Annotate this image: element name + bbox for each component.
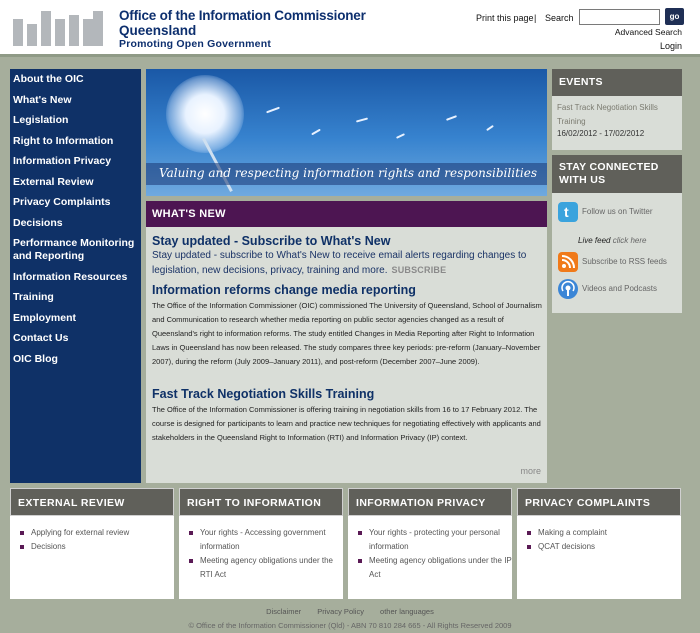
external-review-links: Applying for external review Decisions — [10, 516, 174, 554]
nav-information-resources[interactable]: Information Resources — [10, 271, 141, 284]
twitter-link[interactable]: t Follow us on Twitter — [558, 202, 653, 222]
events-panel: EVENTS Fast Track Negotiation Skills Tra… — [552, 69, 682, 150]
right-to-information-links: Your rights - Accessing government infor… — [179, 516, 343, 582]
rss-icon — [558, 252, 578, 272]
rss-link-label: Subscribe to RSS feeds — [582, 257, 667, 267]
nav-performance-monitoring[interactable]: Performance Monitoring and Reporting — [10, 237, 141, 263]
list-item[interactable]: Your rights - Accessing government infor… — [189, 526, 343, 554]
more-link[interactable]: more — [520, 466, 541, 476]
news-title-negotiation-training[interactable]: Fast Track Negotiation Skills Training — [152, 387, 374, 401]
header-separator: | — [534, 13, 537, 23]
stay-connected-heading: STAY CONNECTED WITH US — [552, 155, 682, 193]
information-privacy-heading[interactable]: INFORMATION PRIVACY — [348, 488, 512, 516]
news-body-negotiation-training: The Office of the Information Commission… — [152, 405, 541, 442]
list-item[interactable]: Meeting agency obligations under the IP … — [358, 554, 512, 582]
event-date: 16/02/2012 - 17/02/2012 — [557, 129, 645, 138]
external-review-box: EXTERNAL REVIEW Applying for external re… — [10, 488, 174, 599]
nav-privacy-complaints[interactable]: Privacy Complaints — [10, 196, 141, 209]
other-languages-link[interactable]: other languages — [380, 607, 434, 616]
seed-image — [311, 128, 321, 136]
footer-links: Disclaimer Privacy Policy other language… — [0, 607, 700, 616]
stay-connected-panel: STAY CONNECTED WITH US t Follow us on Twi… — [552, 155, 682, 313]
org-title[interactable]: Office of the Information Commissioner — [119, 8, 366, 23]
nav-legislation[interactable]: Legislation — [10, 114, 141, 127]
site-header: Office of the Information Commissioner Q… — [0, 0, 700, 57]
nav-decisions[interactable]: Decisions — [10, 217, 141, 230]
rss-link[interactable]: Subscribe to RSS feeds — [558, 252, 667, 272]
live-feed: Live feed click here — [578, 236, 647, 245]
information-privacy-links: Your rights - protecting your personal i… — [348, 516, 512, 582]
news-body-media-reporting: The Office of the Information Commission… — [152, 301, 542, 366]
twitter-icon: t — [558, 202, 578, 222]
nav-about-oic[interactable]: About the OIC — [10, 73, 141, 86]
seed-image — [486, 124, 494, 132]
nav-information-privacy[interactable]: Information Privacy — [10, 155, 141, 168]
news-body-text: Stay updated - subscribe to What's New t… — [152, 250, 527, 276]
live-feed-link[interactable]: click here — [613, 236, 647, 245]
svg-text:t: t — [564, 204, 569, 220]
information-privacy-box: INFORMATION PRIVACY Your rights - protec… — [348, 488, 512, 599]
org-subtitle[interactable]: Queensland — [119, 23, 196, 38]
list-item[interactable]: Applying for external review — [20, 526, 174, 540]
privacy-complaints-links: Making a complaint QCAT decisions — [517, 516, 681, 554]
news-title-media-reporting[interactable]: Information reforms change media reporti… — [152, 283, 416, 297]
live-feed-label: Live feed — [578, 236, 611, 245]
events-heading: EVENTS — [552, 69, 682, 96]
news-title-subscribe[interactable]: Stay updated - Subscribe to What's New — [152, 234, 390, 248]
nav-oic-blog[interactable]: OIC Blog — [10, 353, 141, 366]
podcast-icon — [558, 279, 578, 299]
nav-right-to-information[interactable]: Right to Information — [10, 135, 141, 148]
disclaimer-link[interactable]: Disclaimer — [266, 607, 301, 616]
list-item[interactable]: Your rights - protecting your personal i… — [358, 526, 512, 554]
seed-image — [445, 115, 458, 121]
twitter-link-label: Follow us on Twitter — [582, 207, 653, 217]
privacy-complaints-heading[interactable]: PRIVACY COMPLAINTS — [517, 488, 681, 516]
privacy-policy-link[interactable]: Privacy Policy — [317, 607, 364, 616]
nav-training[interactable]: Training — [10, 291, 141, 304]
external-review-heading[interactable]: EXTERNAL REVIEW — [10, 488, 174, 516]
login-link[interactable]: Login — [660, 41, 682, 51]
privacy-complaints-box: PRIVACY COMPLAINTS Making a complaint QC… — [517, 488, 681, 599]
list-item[interactable]: Decisions — [20, 540, 174, 554]
subscribe-link[interactable]: SUBSCRIBE — [392, 265, 447, 275]
nav-employment[interactable]: Employment — [10, 312, 141, 325]
banner-caption: Valuing and respecting information right… — [159, 166, 537, 180]
hero-banner: Valuing and respecting information right… — [146, 69, 547, 196]
list-item[interactable]: Meeting agency obligations under the RTI… — [189, 554, 343, 582]
news-body-subscribe: Stay updated - subscribe to What's New t… — [152, 249, 544, 278]
nav-contact-us[interactable]: Contact Us — [10, 332, 141, 345]
event-link[interactable]: Fast Track Negotiation Skills Training — [557, 101, 681, 129]
whats-new-panel: WHAT'S NEW Stay updated - Subscribe to W… — [146, 201, 547, 483]
whats-new-heading: WHAT'S NEW — [146, 201, 547, 227]
search-input[interactable] — [579, 9, 660, 25]
search-go-button[interactable]: go — [665, 8, 684, 25]
podcasts-link[interactable]: Videos and Podcasts — [558, 279, 657, 299]
right-to-information-box: RIGHT TO INFORMATION Your rights - Acces… — [179, 488, 343, 599]
list-item[interactable]: Making a complaint — [527, 526, 681, 540]
seed-image — [355, 117, 369, 123]
seed-image — [266, 106, 280, 114]
search-label: Search — [545, 13, 574, 23]
podcasts-link-label: Videos and Podcasts — [582, 284, 658, 294]
left-navigation: About the OIC What's New Legislation Rig… — [10, 69, 141, 483]
nav-whats-new[interactable]: What's New — [10, 94, 141, 107]
copyright-text: © Office of the Information Commissioner… — [188, 621, 512, 630]
oic-logo[interactable] — [13, 11, 103, 46]
right-to-information-heading[interactable]: RIGHT TO INFORMATION — [179, 488, 343, 516]
tagline: Promoting Open Government — [119, 38, 272, 50]
advanced-search-link[interactable]: Advanced Search — [615, 27, 682, 37]
seed-image — [395, 133, 406, 139]
list-item[interactable]: QCAT decisions — [527, 540, 681, 554]
print-page-link[interactable]: Print this page — [476, 13, 534, 23]
nav-external-review[interactable]: External Review — [10, 176, 141, 189]
